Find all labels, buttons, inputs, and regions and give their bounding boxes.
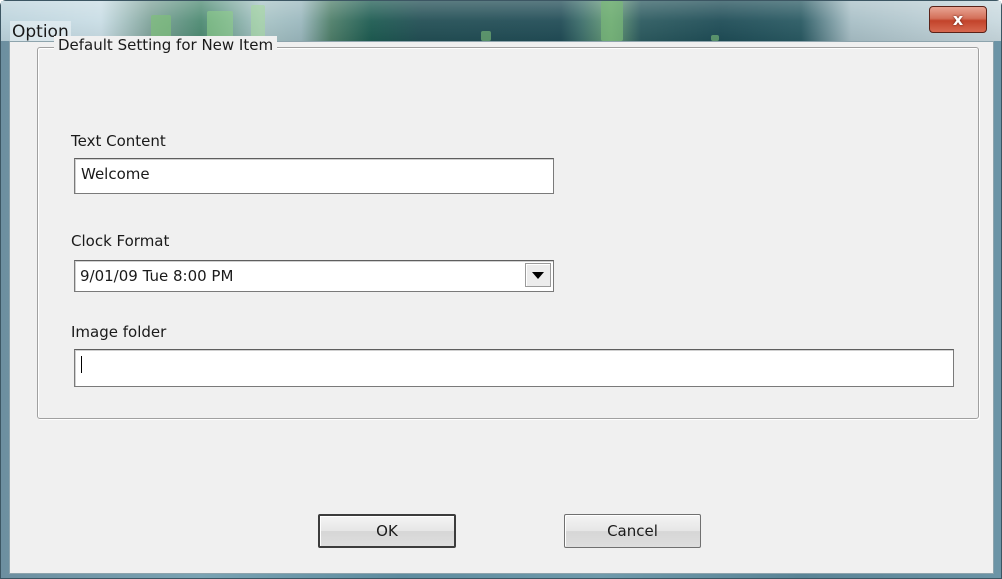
text-content-label: Text Content: [71, 132, 166, 150]
title-bar-background: [1, 1, 1001, 41]
text-content-value: Welcome: [81, 165, 150, 183]
text-caret: [81, 356, 82, 373]
title-bar[interactable]: Option x: [1, 1, 1001, 41]
dropdown-arrow-button[interactable]: [525, 263, 551, 287]
clock-format-selected: 9/01/09 Tue 8:00 PM: [80, 267, 234, 285]
clock-format-label: Clock Format: [71, 232, 170, 250]
clock-format-dropdown[interactable]: 9/01/09 Tue 8:00 PM: [74, 260, 554, 292]
option-dialog: Option x Default Setting for New Item Te…: [0, 0, 1002, 579]
ok-button[interactable]: OK: [318, 514, 456, 548]
group-legend: Default Setting for New Item: [54, 36, 278, 54]
close-button[interactable]: x: [929, 6, 987, 33]
close-icon: x: [952, 10, 964, 29]
chevron-down-icon: [532, 271, 544, 279]
cancel-button[interactable]: Cancel: [564, 514, 701, 548]
image-folder-input[interactable]: [74, 349, 954, 387]
image-folder-label: Image folder: [71, 323, 167, 341]
text-content-input[interactable]: Welcome: [74, 158, 554, 194]
